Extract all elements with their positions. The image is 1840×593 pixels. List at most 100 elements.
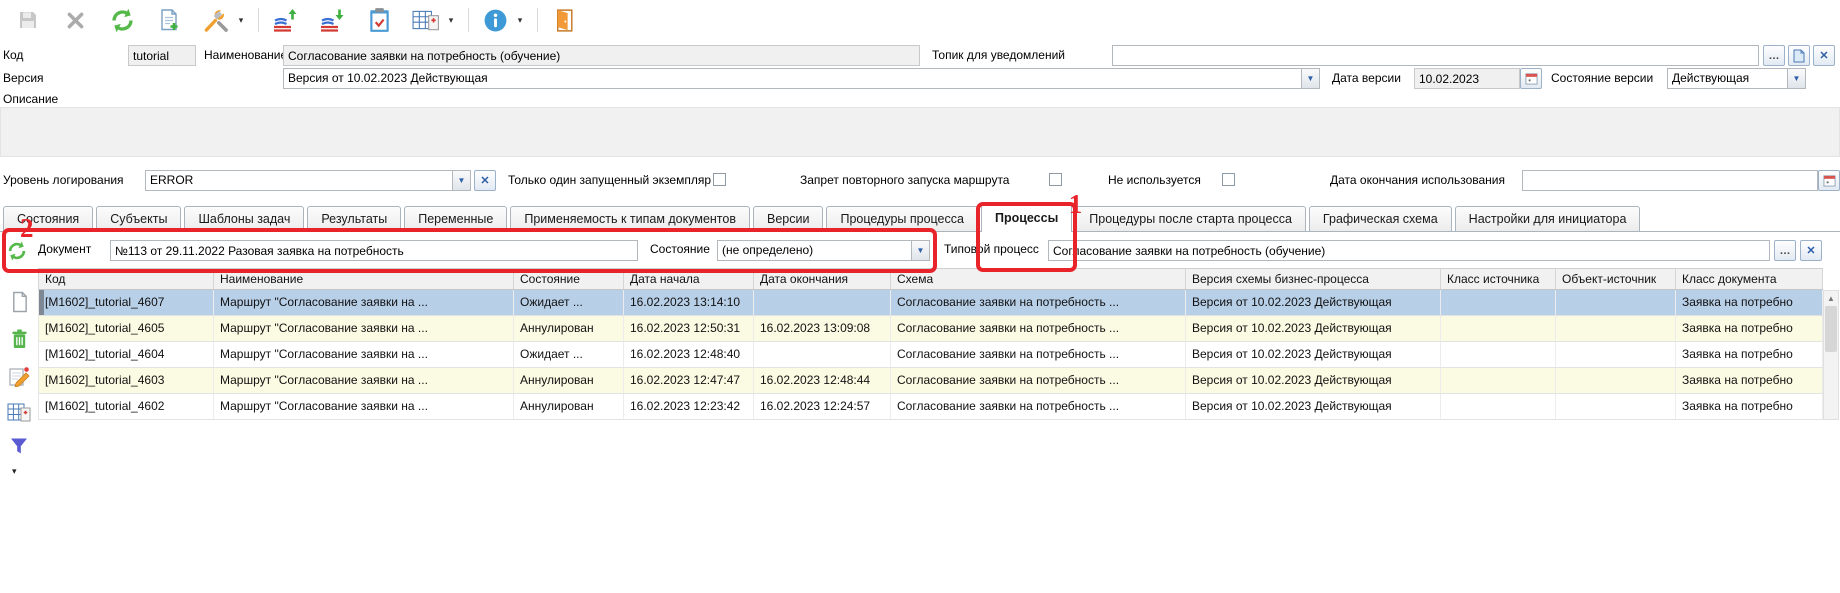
filter-icon[interactable]	[7, 434, 31, 458]
restart-ban-checkbox[interactable]	[1049, 173, 1062, 186]
import-books-icon[interactable]	[318, 6, 346, 34]
column-header-source-object[interactable]: Объект-источник	[1556, 269, 1676, 289]
description-label: Описание	[3, 92, 58, 106]
table-row[interactable]: [M1602]_tutorial_4604 Маршрут "Согласова…	[38, 342, 1823, 368]
state-select[interactable]: (не определено) ▼	[717, 240, 930, 261]
typical-process-field[interactable]	[1048, 240, 1770, 261]
cell-doc-class: Заявка на потребно	[1676, 342, 1823, 367]
description-field[interactable]	[0, 107, 1840, 157]
typical-process-ellipsis-button[interactable]: …	[1774, 240, 1796, 261]
more-caret-icon[interactable]: ▾	[12, 466, 17, 477]
tools-icon[interactable]	[202, 6, 230, 34]
cell-state: Ожидает ...	[514, 290, 624, 315]
version-select[interactable]: Версия от 10.02.2023 Действующая ▼	[283, 68, 1320, 89]
log-level-select[interactable]: ERROR ▼	[145, 170, 471, 191]
tab-doc-type-applicability[interactable]: Применяемость к типам документов	[510, 206, 750, 231]
chevron-down-icon[interactable]: ▼	[452, 171, 470, 190]
tab-states[interactable]: Состояния	[3, 206, 93, 231]
close-icon[interactable]	[61, 6, 89, 34]
code-field[interactable]	[128, 45, 196, 66]
table-row[interactable]: [M1602]_tutorial_4603 Маршрут "Согласова…	[38, 368, 1823, 394]
process-filter-row: Документ Состояние (не определено) ▼ Тип…	[0, 237, 1840, 264]
table-row[interactable]: [M1602]_tutorial_4602 Маршрут "Согласова…	[38, 394, 1823, 420]
topic-folder-button[interactable]	[1788, 45, 1810, 66]
tab-versions[interactable]: Версии	[753, 206, 823, 231]
column-header-name[interactable]: Наименование	[214, 269, 514, 289]
table-scrollbar[interactable]: ▲	[1823, 290, 1839, 420]
not-used-checkbox[interactable]	[1222, 173, 1235, 186]
cell-source-class	[1441, 342, 1556, 367]
edit-icon[interactable]	[7, 364, 31, 388]
cell-doc-class: Заявка на потребно	[1676, 368, 1823, 393]
tasks-clipboard-icon[interactable]	[365, 6, 393, 34]
topic-clear-button[interactable]: ✕	[1813, 45, 1835, 66]
tab-processes[interactable]: Процессы 1	[981, 204, 1072, 232]
cell-date-end: 16.02.2023 13:09:08	[754, 316, 891, 341]
column-header-state[interactable]: Состояние	[514, 269, 624, 289]
save-icon[interactable]	[14, 6, 42, 34]
tab-bar: Состояния Субъекты Шаблоны задач Результ…	[0, 204, 1840, 232]
table-row[interactable]: [M1602]_tutorial_4607 Маршрут "Согласова…	[38, 290, 1823, 316]
cell-doc-class: Заявка на потребно	[1676, 316, 1823, 341]
toolbar-separator	[258, 8, 259, 32]
version-date-calendar-button[interactable]	[1520, 68, 1542, 89]
cell-date-end	[754, 342, 891, 367]
chevron-down-icon[interactable]: ▼	[911, 241, 929, 260]
version-state-select[interactable]: Действующая ▼	[1667, 68, 1806, 89]
column-header-schema[interactable]: Схема	[891, 269, 1186, 289]
info-icon[interactable]	[481, 6, 509, 34]
tab-initiator-settings[interactable]: Настройки для инициатора	[1455, 206, 1641, 231]
new-page-icon[interactable]	[7, 290, 31, 314]
column-header-date-start[interactable]: Дата начала	[624, 269, 754, 289]
tab-process-procedures[interactable]: Процедуры процесса	[826, 206, 978, 231]
document-label: Документ	[38, 242, 91, 256]
card-view-icon[interactable]	[7, 400, 31, 424]
column-header-doc-class[interactable]: Класс документа	[1676, 269, 1823, 289]
tab-graphic-schema[interactable]: Графическая схема	[1309, 206, 1452, 231]
log-level-label: Уровень логирования	[3, 173, 124, 187]
exit-door-icon[interactable]	[550, 6, 578, 34]
new-document-icon[interactable]	[155, 6, 183, 34]
cell-schema-version: Версия от 10.02.2023 Действующая	[1186, 368, 1441, 393]
single-instance-checkbox[interactable]	[713, 173, 726, 186]
info-dropdown-caret[interactable]: ▾	[515, 15, 525, 26]
log-level-clear-button[interactable]: ✕	[474, 170, 496, 191]
scrollbar-thumb[interactable]	[1825, 306, 1837, 352]
chevron-down-icon[interactable]: ▼	[1787, 69, 1805, 88]
column-header-code[interactable]: Код	[39, 269, 214, 289]
cell-date-start: 16.02.2023 12:50:31	[624, 316, 754, 341]
topic-ellipsis-button[interactable]: …	[1763, 45, 1785, 66]
refresh-list-icon[interactable]	[5, 239, 29, 263]
table-row[interactable]: [M1602]_tutorial_4605 Маршрут "Согласова…	[38, 316, 1823, 342]
cell-date-start: 16.02.2023 12:23:42	[624, 394, 754, 419]
topic-field[interactable]	[1112, 45, 1759, 66]
chevron-down-icon[interactable]: ▼	[1301, 69, 1319, 88]
tab-variables[interactable]: Переменные	[404, 206, 507, 231]
name-field[interactable]	[283, 45, 920, 66]
cell-code: [M1602]_tutorial_4604	[39, 342, 214, 367]
tab-task-templates[interactable]: Шаблоны задач	[184, 206, 304, 231]
usage-end-date-field[interactable]	[1522, 170, 1818, 191]
scroll-up-icon[interactable]: ▲	[1824, 291, 1838, 305]
tab-results[interactable]: Результаты	[307, 206, 401, 231]
tools-dropdown-caret[interactable]: ▾	[236, 15, 246, 26]
tab-subjects[interactable]: Субъекты	[96, 206, 181, 231]
registry-table-icon[interactable]	[412, 6, 440, 34]
cell-state: Аннулирован	[514, 368, 624, 393]
cell-name: Маршрут "Согласование заявки на ...	[214, 290, 514, 315]
version-date-field[interactable]	[1414, 68, 1520, 89]
document-field[interactable]	[110, 240, 638, 261]
registry-dropdown-caret[interactable]: ▾	[446, 15, 456, 26]
typical-process-clear-button[interactable]: ✕	[1800, 240, 1822, 261]
column-header-date-end[interactable]: Дата окончания	[754, 269, 891, 289]
typical-process-label: Типовой процесс	[944, 242, 1039, 256]
tab-after-start-procedures[interactable]: Процедуры после старта процесса	[1075, 206, 1306, 231]
column-header-schema-version[interactable]: Версия схемы бизнес-процесса	[1186, 269, 1441, 289]
column-header-source-class[interactable]: Класс источника	[1441, 269, 1556, 289]
cell-source-object	[1556, 342, 1676, 367]
usage-end-date-calendar-button[interactable]	[1818, 170, 1840, 191]
delete-icon[interactable]	[7, 327, 31, 351]
refresh-icon[interactable]	[108, 6, 136, 34]
export-books-icon[interactable]	[271, 6, 299, 34]
cell-source-object	[1556, 368, 1676, 393]
